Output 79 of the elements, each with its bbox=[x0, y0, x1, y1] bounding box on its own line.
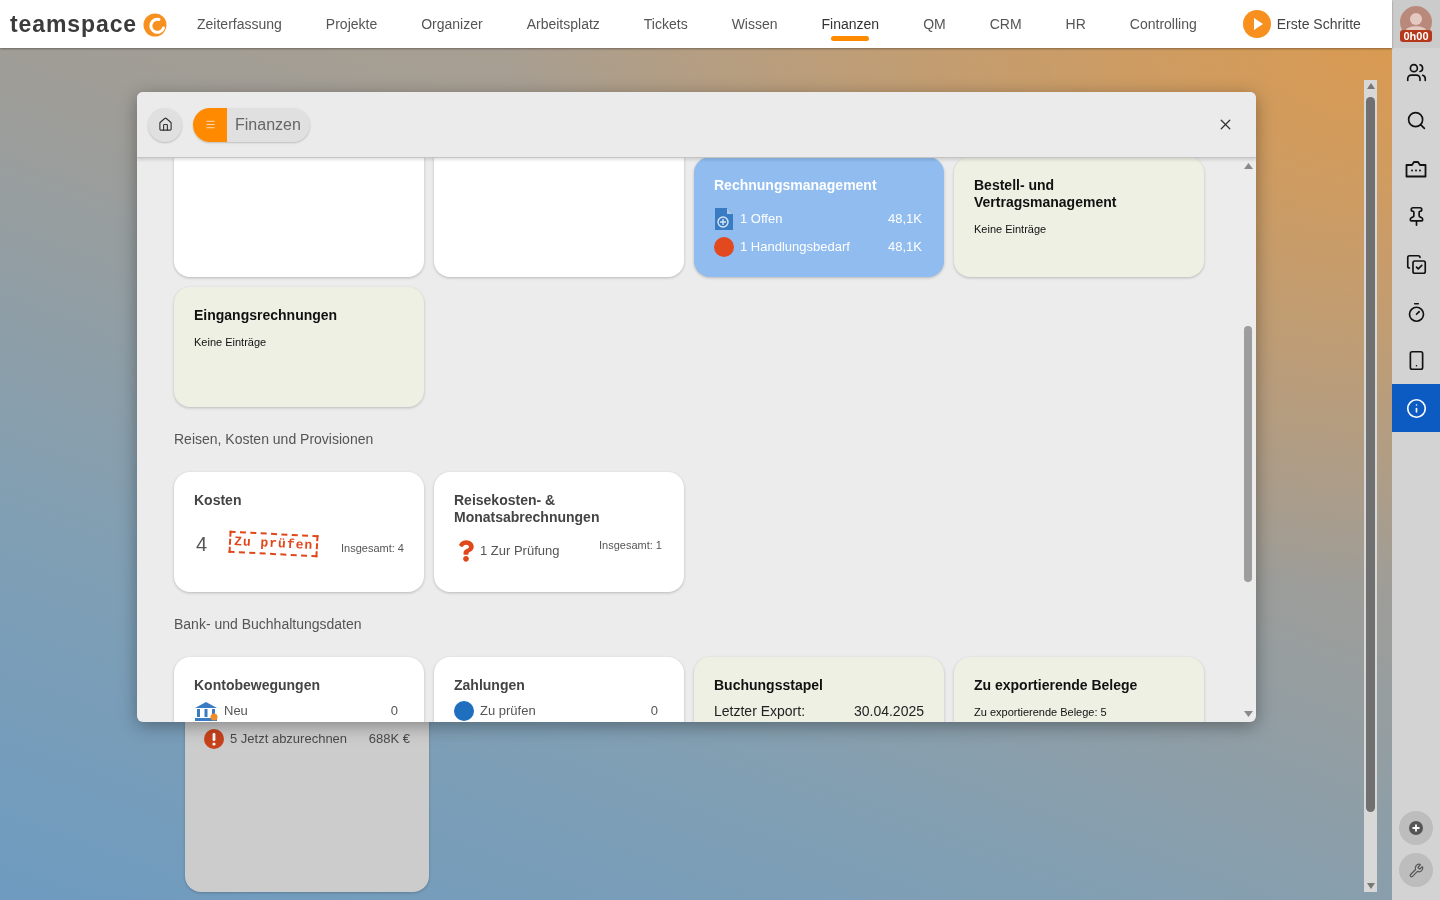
row-label: 1 Zur Prüfung bbox=[480, 542, 560, 561]
card-note: Keine Einträge bbox=[194, 336, 268, 349]
scrollbar[interactable] bbox=[1364, 80, 1377, 892]
card-title: Bestell- und Vertragsmanagement bbox=[974, 177, 1118, 211]
breadcrumb-button[interactable]: Finanzen bbox=[193, 107, 310, 142]
status-stamp: Zu prüfen bbox=[228, 530, 319, 558]
scroll-up-icon[interactable] bbox=[1243, 163, 1253, 169]
time-badge: 0h00 bbox=[1400, 30, 1432, 42]
exclamation-icon bbox=[204, 729, 224, 749]
question-mark-icon bbox=[458, 539, 474, 563]
checkbox-stack-icon bbox=[1405, 253, 1427, 275]
row-label: 5 Jetzt abzurechnen bbox=[230, 730, 348, 749]
nav-tab[interactable]: Organizer bbox=[399, 0, 505, 48]
dashboard-card[interactable]: Kosten 4 Zu prüfen Insgesamt: 4 bbox=[174, 472, 424, 592]
row-value: 48,1K bbox=[888, 210, 922, 229]
row-label: Neu bbox=[224, 702, 248, 721]
row-value: 0 bbox=[650, 702, 658, 721]
nav-tab[interactable]: Controlling bbox=[1107, 0, 1219, 48]
info-icon bbox=[1405, 397, 1427, 419]
scroll-down-icon[interactable] bbox=[1243, 711, 1253, 717]
dashboard-card[interactable]: Zahlungen Zu prüfen 0 bbox=[434, 657, 684, 722]
nav-tab[interactable]: Projekte bbox=[303, 0, 400, 48]
card-title: Zu exportierende Belege bbox=[974, 677, 1139, 694]
scroll-up-icon[interactable] bbox=[1366, 83, 1375, 89]
card-title: Rechnungsmanagement bbox=[714, 177, 878, 194]
dashboard-card[interactable]: Reisekosten- & Monatsabrechnungen 1 Zur Prüfung Insgesamt: 1 bbox=[434, 472, 684, 592]
scrollbar-thumb[interactable] bbox=[1244, 326, 1252, 582]
nav-tab[interactable]: Arbeitsplatz bbox=[504, 0, 622, 48]
nav-tab[interactable]: Tickets bbox=[621, 0, 710, 48]
people-icon bbox=[1405, 61, 1427, 83]
row-value: 0 bbox=[390, 702, 398, 721]
section-heading: Bank- und Buchhaltungsdaten bbox=[174, 616, 363, 633]
card-title: Kosten bbox=[194, 492, 243, 509]
nav-tab[interactable]: QM bbox=[901, 0, 968, 48]
plus-circle-icon bbox=[1409, 821, 1423, 835]
card-title: Eingangsrechnungen bbox=[194, 307, 339, 324]
nav-tab[interactable]: Finanzen bbox=[799, 0, 902, 48]
row-label: Zu prüfen bbox=[480, 702, 536, 721]
home-icon bbox=[157, 117, 173, 132]
home-button[interactable] bbox=[148, 107, 182, 142]
card-title: Kontobewegungen bbox=[194, 677, 321, 694]
scrollbar-thumb[interactable] bbox=[1366, 97, 1375, 812]
dashboard-card[interactable]: Kontobewegungen Neu 0 bbox=[174, 657, 424, 722]
dashboard-card[interactable]: Eingangsrechnungen Keine Einträge bbox=[174, 287, 424, 407]
card-note: Zu exportierende Belege: 5 bbox=[974, 706, 1108, 719]
document-plus-icon bbox=[714, 207, 734, 231]
logo-icon bbox=[143, 13, 167, 37]
nav-tab[interactable]: HR bbox=[1043, 0, 1108, 48]
total-count: Insgesamt: 4 bbox=[341, 540, 404, 556]
row-label: Letzter Export: bbox=[714, 701, 806, 721]
count-value: 4 bbox=[196, 532, 208, 557]
total-count: Insgesamt: 1 bbox=[599, 538, 662, 553]
add-button[interactable] bbox=[1399, 811, 1433, 845]
row-value: 30.04.2025 bbox=[853, 701, 924, 721]
tools-button[interactable] bbox=[1399, 853, 1433, 887]
row-value: 688K € bbox=[368, 730, 410, 749]
scroll-down-icon[interactable] bbox=[1366, 883, 1375, 889]
nav-tab[interactable]: Zeiterfassung bbox=[175, 0, 304, 48]
dashboard-card[interactable]: Buchungsstapel Letzter Export: 30.04.2025 bbox=[694, 657, 944, 722]
card-title: Zahlungen bbox=[454, 677, 526, 694]
guide-button[interactable]: Erste Schritte bbox=[1242, 9, 1361, 39]
play-icon bbox=[1242, 10, 1271, 38]
row-label: 1 Handlungsbedarf bbox=[740, 238, 850, 257]
wrench-icon bbox=[1408, 862, 1424, 878]
card-title: Reisekosten- & Monatsabrechnungen bbox=[454, 492, 601, 526]
row-label: 1 Offen bbox=[740, 210, 783, 229]
section-heading: Reisen, Kosten und Provisionen bbox=[174, 431, 375, 448]
dashboard-card[interactable]: Bestell- und Vertragsmanagement Keine Einträge bbox=[954, 158, 1204, 277]
card-title: Buchungsstapel bbox=[714, 677, 824, 694]
folder-icon bbox=[1405, 158, 1427, 178]
row-value: 48,1K bbox=[888, 238, 922, 257]
search-icon bbox=[1405, 109, 1427, 131]
nav-tab[interactable]: Wissen bbox=[709, 0, 800, 48]
menu-icon bbox=[193, 107, 227, 142]
nav-tab[interactable]: CRM bbox=[967, 0, 1044, 48]
logo-text: teamspace bbox=[10, 11, 137, 37]
bank-icon bbox=[194, 701, 218, 721]
dashboard-card[interactable]: Zu exportierende Belege Zu exportierende Belege: 5 bbox=[954, 657, 1204, 722]
card-note: Keine Einträge bbox=[974, 223, 1048, 236]
